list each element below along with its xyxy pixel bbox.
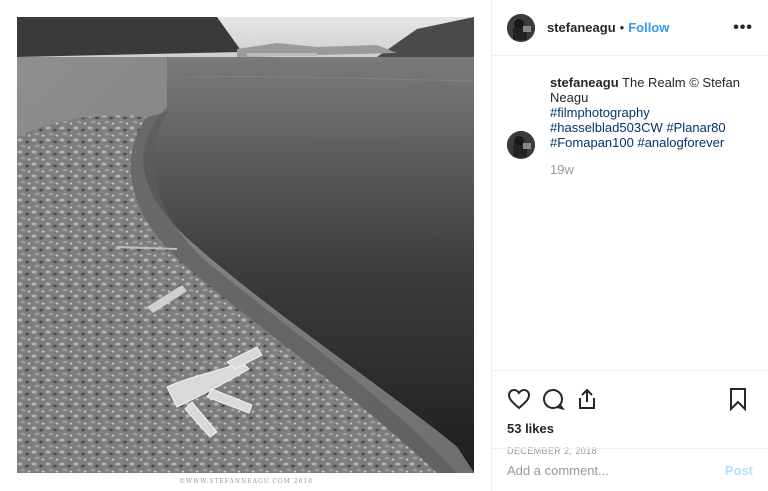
comments-section: stefaneagu The Realm © Stefan Neagu #fil… <box>492 57 768 369</box>
photo-watermark: ©WWW.STEFANNEAGU.COM 2018 <box>178 478 314 485</box>
header-separator: • <box>619 20 625 35</box>
comment-input[interactable] <box>507 462 725 478</box>
hashtag-link[interactable]: #hasselblad503CW <box>550 120 663 135</box>
caption-timestamp[interactable]: 19w <box>550 162 740 177</box>
share-icon[interactable] <box>575 387 599 411</box>
follow-button[interactable]: Follow <box>628 20 669 35</box>
hashtag-list: #filmphotography #hasselblad503CW #Plana… <box>550 105 740 150</box>
post-side-panel: stefaneagu • Follow ••• stefaneagu The R… <box>492 0 768 491</box>
hashtag-link[interactable]: #Fomapan100 <box>550 135 634 150</box>
post-header: stefaneagu • Follow ••• <box>492 0 768 56</box>
avatar[interactable] <box>507 131 535 159</box>
more-horizontal-icon[interactable]: ••• <box>733 19 753 37</box>
hashtag-link[interactable]: #filmphotography <box>550 105 650 120</box>
bookmark-icon[interactable] <box>726 387 750 411</box>
post-comment-button[interactable]: Post <box>725 463 753 478</box>
post-photo-container: ©WWW.STEFANNEAGU.COM 2018 <box>0 0 492 491</box>
caption-username[interactable]: stefaneagu <box>550 75 619 90</box>
add-comment-bar: Post <box>492 448 768 491</box>
action-icon-row <box>507 379 753 419</box>
likes-count[interactable]: 53 likes <box>507 421 753 436</box>
avatar[interactable] <box>507 13 535 42</box>
heart-icon[interactable] <box>507 387 531 411</box>
caption-text-block: stefaneagu The Realm © Stefan Neagu #fil… <box>550 75 740 177</box>
hashtag-link[interactable]: #analogforever <box>637 135 724 150</box>
header-username[interactable]: stefaneagu <box>547 20 616 35</box>
caption-comment: stefaneagu The Realm © Stefan Neagu #fil… <box>507 75 753 177</box>
comment-icon[interactable] <box>541 387 565 411</box>
post-actions: 53 likes DECEMBER 2, 2018 <box>492 370 768 456</box>
hashtag-link[interactable]: #Planar80 <box>666 120 725 135</box>
post-photo[interactable] <box>17 17 474 473</box>
